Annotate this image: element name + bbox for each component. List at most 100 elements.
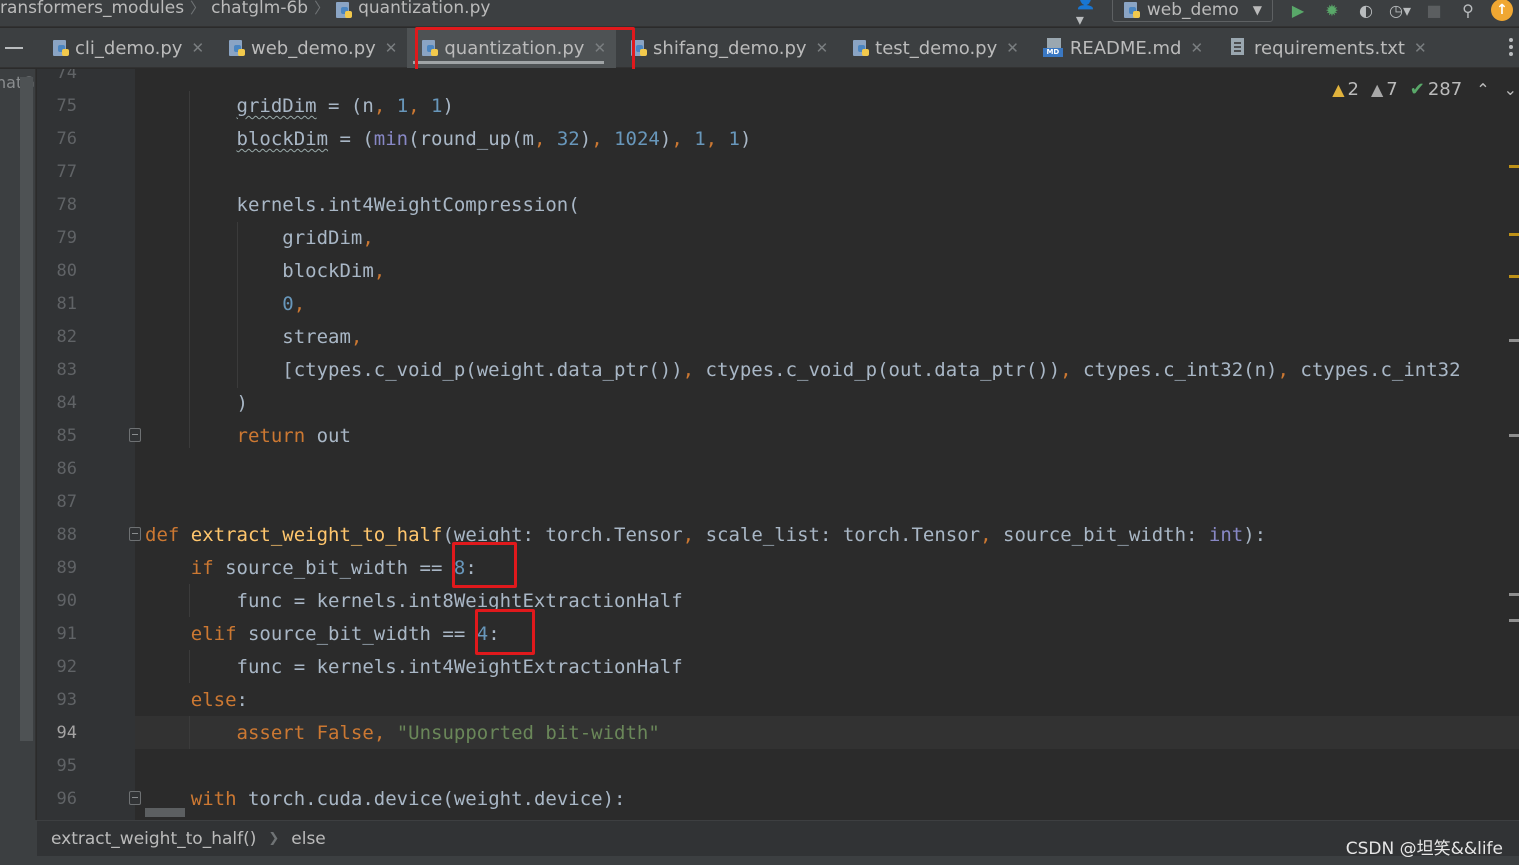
line-number[interactable]: 85 xyxy=(37,420,77,453)
code-token: = ( xyxy=(316,95,363,117)
error-stripe-mark[interactable] xyxy=(1509,619,1519,622)
fold-marker-icon[interactable] xyxy=(129,428,141,442)
line-number[interactable]: 92 xyxy=(37,651,77,684)
watermark: CSDN @坦笑&&life xyxy=(1345,839,1503,859)
error-stripe-mark[interactable] xyxy=(1509,275,1519,278)
line-number[interactable]: 78 xyxy=(37,189,77,222)
code-line[interactable]: func = kernels.int4WeightExtractionHalf xyxy=(145,651,683,684)
error-stripe-mark[interactable] xyxy=(1509,434,1519,437)
breadcrumb-item-chatglm[interactable]: chatglm-6b xyxy=(211,0,308,18)
close-icon[interactable]: ✕ xyxy=(816,39,829,57)
collapse-icon[interactable] xyxy=(5,47,23,49)
code-line[interactable]: else: xyxy=(145,684,248,717)
line-number[interactable]: 93 xyxy=(37,684,77,717)
inspection-widget[interactable]: ▲ 2 ▲ 7 ✔ 287 ⌃ ⌄ xyxy=(1326,77,1517,101)
profile-icon[interactable]: ◷▾ xyxy=(1389,0,1411,21)
search-icon[interactable]: ⚲ xyxy=(1457,0,1479,21)
line-number[interactable]: 74 xyxy=(37,69,77,90)
close-icon[interactable]: ✕ xyxy=(1190,39,1203,57)
code-token: torch.cuda.device(weight.device): xyxy=(236,788,626,810)
code-token: gridDim xyxy=(145,227,363,249)
code-line[interactable]: func = kernels.int8WeightExtractionHalf xyxy=(145,585,683,618)
line-number[interactable]: 77 xyxy=(37,156,77,189)
code-breadcrumb-block[interactable]: else xyxy=(291,829,326,849)
project-panel-scrollbar[interactable] xyxy=(20,77,33,741)
code-breadcrumb-function[interactable]: extract_weight_to_half() xyxy=(51,829,256,849)
debug-icon[interactable]: ✹ xyxy=(1321,0,1343,21)
run-icon[interactable]: ▶ xyxy=(1287,0,1309,21)
code-line[interactable]: assert False, "Unsupported bit-width" xyxy=(145,717,660,750)
tab-label: cli_demo.py xyxy=(75,37,183,59)
code-line[interactable]: [ctypes.c_void_p(weight.data_ptr()), cty… xyxy=(145,354,1460,387)
close-icon[interactable]: ✕ xyxy=(191,39,204,57)
line-number[interactable]: 79 xyxy=(37,222,77,255)
code-token: 32 xyxy=(556,128,580,150)
code-editor[interactable]: 74 75 76 77 78 79 80 81 82 83 84 85 86 87 88 89 90 91 92 93… xyxy=(37,69,1519,820)
code-token: , xyxy=(408,95,432,117)
breadcrumb-item-transformers-modules[interactable]: ransformers_modules xyxy=(0,0,184,18)
error-stripe-mark[interactable] xyxy=(1509,233,1519,236)
tab-readme[interactable]: MD README.md ✕ xyxy=(1029,28,1213,68)
code-line[interactable]: gridDim = (n, 1, 1) xyxy=(145,90,454,123)
code-line[interactable]: blockDim = (min(round_up(m, 32), 1024), … xyxy=(145,123,752,156)
code-token: stream xyxy=(145,326,351,348)
line-number[interactable]: 76 xyxy=(37,123,77,156)
code-line[interactable]: 0, xyxy=(145,288,305,321)
breadcrumb-item-file[interactable]: quantization.py xyxy=(358,0,490,18)
python-file-icon xyxy=(852,39,870,57)
tab-test-demo[interactable]: test_demo.py ✕ xyxy=(838,28,1029,68)
code-line[interactable]: stream, xyxy=(145,321,362,354)
error-stripe-mark[interactable] xyxy=(1509,593,1519,596)
close-icon[interactable]: ✕ xyxy=(385,39,398,57)
line-number[interactable]: 91 xyxy=(37,618,77,651)
error-stripe-mark[interactable] xyxy=(1509,165,1519,168)
code-token: return xyxy=(236,425,306,447)
fold-marker-icon[interactable] xyxy=(129,527,141,541)
line-number[interactable]: 82 xyxy=(37,321,77,354)
code-token: , xyxy=(705,128,729,150)
line-number[interactable]: 90 xyxy=(37,585,77,618)
line-number[interactable]: 94 xyxy=(37,717,77,750)
line-number[interactable]: 80 xyxy=(37,255,77,288)
line-number[interactable]: 89 xyxy=(37,552,77,585)
line-number[interactable]: 86 xyxy=(37,453,77,486)
code-line[interactable]: if source_bit_width == 8: xyxy=(145,552,477,585)
line-number[interactable]: 96 xyxy=(37,783,77,816)
code-line[interactable]: with torch.cuda.device(weight.device): xyxy=(145,783,626,816)
tabs-menu-icon[interactable] xyxy=(1509,38,1515,56)
code-line[interactable]: return out xyxy=(145,420,351,453)
line-number[interactable]: 81 xyxy=(37,288,77,321)
code-line[interactable]: elif source_bit_width == 4: xyxy=(145,618,500,651)
close-icon[interactable]: ✕ xyxy=(1414,39,1427,57)
tab-shifang-demo[interactable]: shifang_demo.py ✕ xyxy=(616,28,838,68)
code-line[interactable]: kernels.int4WeightCompression( xyxy=(145,189,580,222)
code-token: , xyxy=(533,128,557,150)
fold-marker-icon[interactable] xyxy=(129,791,141,805)
user-icon[interactable]: 👤▾ xyxy=(1076,0,1098,29)
close-icon[interactable]: ✕ xyxy=(1006,39,1019,57)
run-configuration-select[interactable]: web_demo ▼ xyxy=(1111,0,1273,22)
line-number[interactable]: 88 xyxy=(37,519,77,552)
update-icon[interactable]: ↑ xyxy=(1491,0,1513,21)
line-number[interactable]: 75 xyxy=(37,90,77,123)
line-number[interactable]: 95 xyxy=(37,750,77,783)
line-number[interactable]: 87 xyxy=(37,486,77,519)
tab-requirements[interactable]: requirements.txt ✕ xyxy=(1213,28,1437,68)
chevron-down-icon[interactable]: ⌄ xyxy=(1504,80,1517,99)
line-number[interactable]: 84 xyxy=(37,387,77,420)
error-stripe-mark[interactable] xyxy=(1509,339,1519,342)
chevron-up-icon[interactable]: ⌃ xyxy=(1476,80,1489,99)
tab-web-demo[interactable]: web_demo.py ✕ xyxy=(214,28,407,68)
code-token: ) xyxy=(579,128,592,150)
code-token: ) xyxy=(740,128,752,150)
tab-cli-demo[interactable]: cli_demo.py ✕ xyxy=(38,28,214,68)
ok-count: 287 xyxy=(1427,78,1463,100)
code-line[interactable]: def extract_weight_to_half(weight: torch… xyxy=(145,519,1266,552)
code-line[interactable]: blockDim, xyxy=(145,255,385,288)
line-number[interactable]: 83 xyxy=(37,354,77,387)
code-line[interactable]: ) xyxy=(145,387,248,420)
code-line[interactable]: gridDim, xyxy=(145,222,374,255)
stop-icon[interactable]: ■ xyxy=(1423,0,1445,21)
coverage-icon[interactable]: ◐ xyxy=(1355,0,1377,21)
